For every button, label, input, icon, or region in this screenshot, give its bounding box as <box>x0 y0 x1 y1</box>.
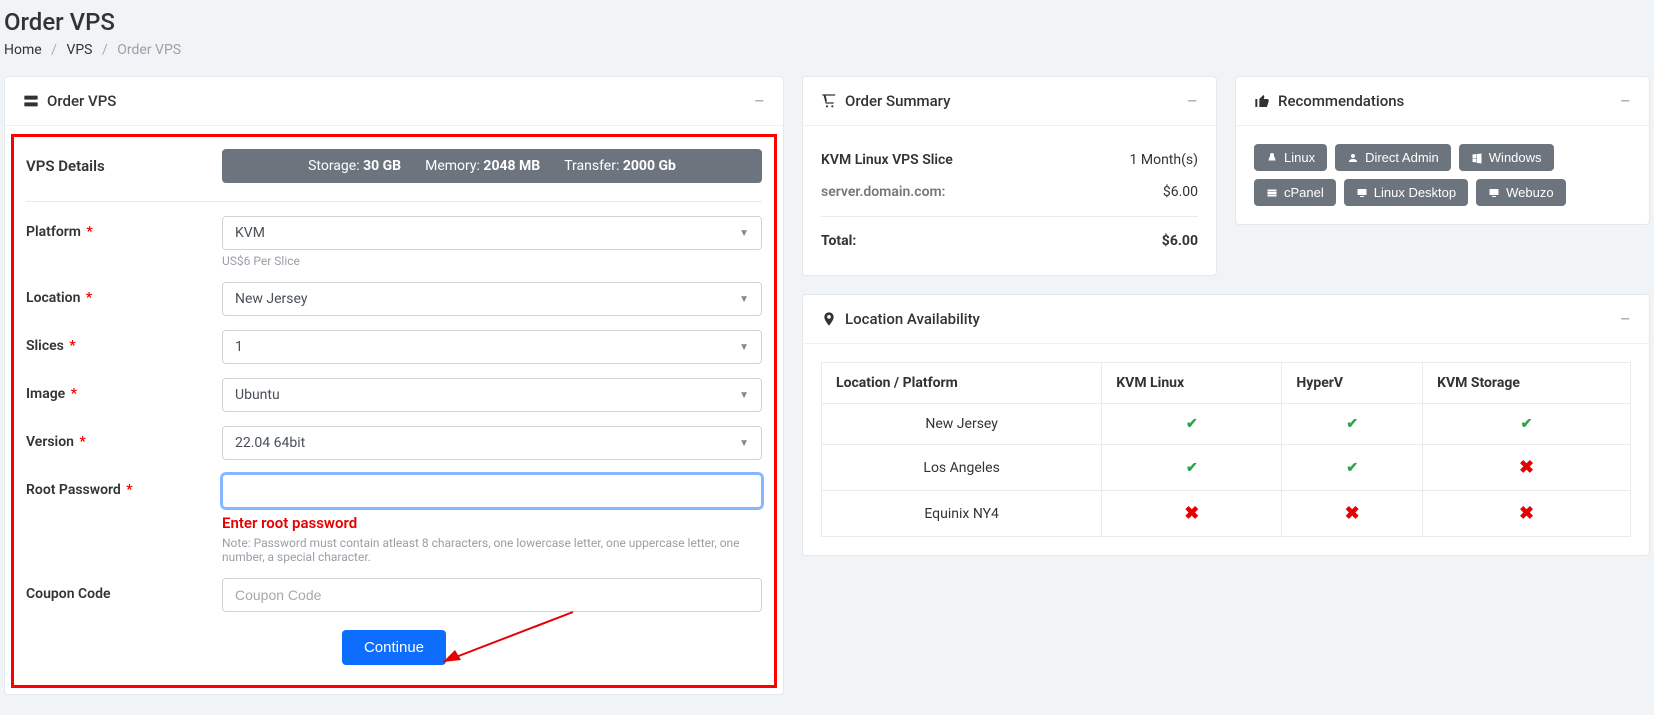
breadcrumb: Home / VPS / Order VPS <box>4 42 1650 58</box>
x-icon: ✖ <box>1519 457 1534 478</box>
recommendation-button[interactable]: Direct Admin <box>1335 144 1451 171</box>
availability-column-header: KVM Storage <box>1423 363 1631 404</box>
availability-column-header: KVM Linux <box>1102 363 1282 404</box>
root-password-input-wrap <box>222 474 762 508</box>
check-icon: ✔ <box>1186 416 1198 432</box>
arrow-annotation-icon <box>423 602 583 682</box>
breadcrumb-current: Order VPS <box>117 42 181 58</box>
version-label: Version <box>26 434 74 450</box>
recommendation-button[interactable]: Webuzo <box>1476 179 1565 206</box>
slices-select[interactable]: 1 ▼ <box>222 330 762 364</box>
collapse-icon[interactable]: − <box>1620 91 1631 111</box>
coupon-input-wrap <box>222 578 762 612</box>
breadcrumb-vps[interactable]: VPS <box>66 42 92 58</box>
specs-bar: Storage: 30 GB Memory: 2048 MB Transfer:… <box>222 149 762 183</box>
coupon-label: Coupon Code <box>26 586 110 602</box>
root-password-note: Note: Password must contain atleast 8 ch… <box>222 536 762 564</box>
order-summary-header: Order Summary <box>845 92 950 110</box>
chevron-down-icon: ▼ <box>739 438 749 449</box>
breadcrumb-sep: / <box>51 42 57 58</box>
location-availability-card: Location Availability − Location / Platf… <box>802 294 1650 556</box>
collapse-icon[interactable]: − <box>1620 309 1631 329</box>
summary-hostname-price: $6.00 <box>1163 184 1198 200</box>
availability-location: New Jersey <box>822 404 1102 445</box>
check-icon: ✔ <box>1346 416 1358 432</box>
root-password-input[interactable] <box>235 483 749 499</box>
recommendation-button[interactable]: cPanel <box>1254 179 1336 206</box>
check-icon: ✔ <box>1521 416 1533 432</box>
image-label: Image <box>26 386 65 402</box>
recommendation-button[interactable]: Linux Desktop <box>1344 179 1468 206</box>
order-vps-header: Order VPS <box>47 92 116 110</box>
page-title: Order VPS <box>4 8 1650 36</box>
vps-details-label: VPS Details <box>26 157 206 175</box>
breadcrumb-home[interactable]: Home <box>4 42 42 58</box>
summary-duration: 1 Month(s) <box>1130 152 1198 168</box>
availability-table: Location / PlatformKVM LinuxHyperVKVM St… <box>821 362 1631 537</box>
image-select[interactable]: Ubuntu ▼ <box>222 378 762 412</box>
cart-icon <box>821 93 837 109</box>
summary-hostname: server.domain.com: <box>821 184 945 200</box>
collapse-icon[interactable]: − <box>754 91 765 111</box>
availability-column-header: HyperV <box>1282 363 1423 404</box>
coupon-input[interactable] <box>235 587 749 603</box>
x-icon: ✖ <box>1519 503 1534 524</box>
location-label: Location <box>26 290 80 306</box>
check-icon: ✔ <box>1346 460 1358 476</box>
x-icon: ✖ <box>1345 503 1360 524</box>
availability-column-header: Location / Platform <box>822 363 1102 404</box>
server-icon <box>23 93 39 109</box>
continue-button[interactable]: Continue <box>342 630 446 665</box>
summary-total-label: Total: <box>821 233 856 249</box>
check-icon: ✔ <box>1186 460 1198 476</box>
chevron-down-icon: ▼ <box>739 390 749 401</box>
recommendation-button[interactable]: Linux <box>1254 144 1327 171</box>
availability-location: Los Angeles <box>822 445 1102 491</box>
summary-product: KVM Linux VPS Slice <box>821 152 953 168</box>
root-password-error: Enter root password <box>222 514 762 532</box>
chevron-down-icon: ▼ <box>739 228 749 239</box>
map-pin-icon <box>821 311 837 327</box>
slices-label: Slices <box>26 338 64 354</box>
order-vps-card: Order VPS − VPS Details Storage: 30 GB M… <box>4 76 784 695</box>
location-select[interactable]: New Jersey ▼ <box>222 282 762 316</box>
table-row: Los Angeles ✔ ✔ ✖ <box>822 445 1631 491</box>
platform-label: Platform <box>26 224 81 240</box>
recommendation-button[interactable]: Windows <box>1459 144 1554 171</box>
version-select[interactable]: 22.04 64bit ▼ <box>222 426 762 460</box>
recommendations-header: Recommendations <box>1278 92 1404 110</box>
breadcrumb-sep: / <box>102 42 108 58</box>
summary-total-value: $6.00 <box>1162 233 1198 249</box>
platform-select[interactable]: KVM ▼ <box>222 216 762 250</box>
platform-helper: US$6 Per Slice <box>222 254 762 268</box>
table-row: Equinix NY4 ✖ ✖ ✖ <box>822 491 1631 537</box>
order-summary-card: Order Summary − KVM Linux VPS Slice 1 Mo… <box>802 76 1217 276</box>
x-icon: ✖ <box>1184 503 1199 524</box>
recommendations-card: Recommendations − Linux Direct Admin Windo… <box>1235 76 1650 225</box>
availability-location: Equinix NY4 <box>822 491 1102 537</box>
thumbs-up-icon <box>1254 93 1270 109</box>
availability-header: Location Availability <box>845 310 980 328</box>
table-row: New Jersey ✔ ✔ ✔ <box>822 404 1631 445</box>
root-password-label: Root Password <box>26 482 121 498</box>
chevron-down-icon: ▼ <box>739 342 749 353</box>
chevron-down-icon: ▼ <box>739 294 749 305</box>
collapse-icon[interactable]: − <box>1187 91 1198 111</box>
